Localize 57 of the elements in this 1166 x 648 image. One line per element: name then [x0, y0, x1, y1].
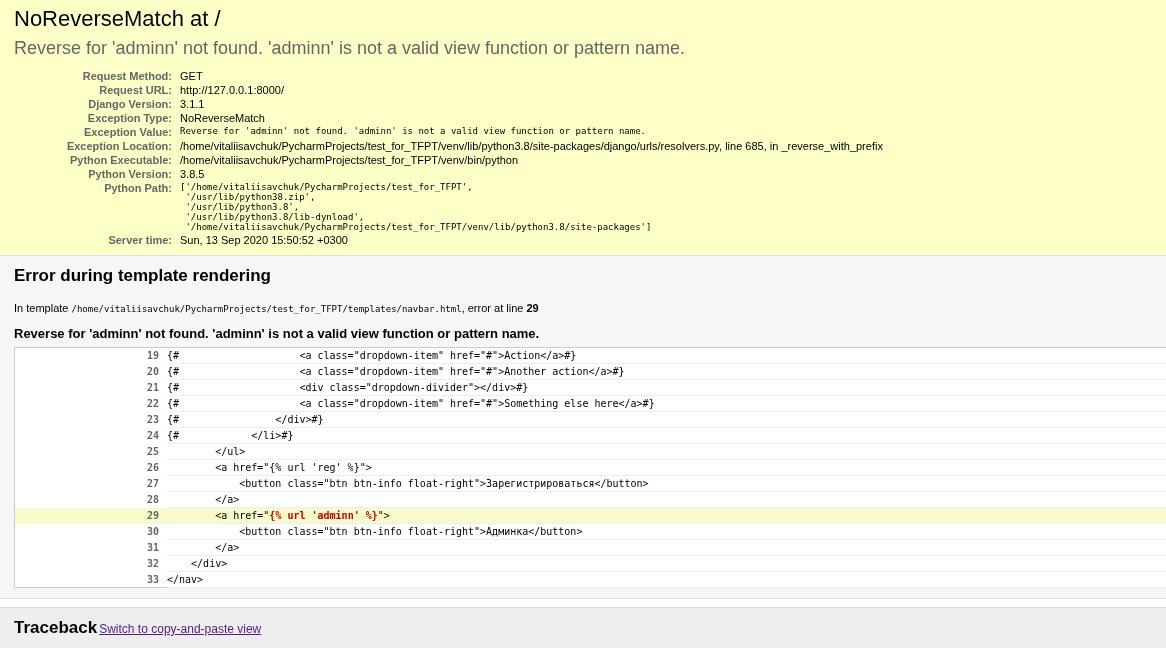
copy-paste-link[interactable]: Switch to copy-and-paste view [99, 622, 262, 636]
meta-value: http://127.0.0.1:8000/ [180, 84, 284, 96]
source-code: {# <a class="dropdown-item" href="#">Something else here</a>#} [167, 398, 655, 409]
line-number: 23 [146, 414, 159, 425]
page-title: NoReverseMatch at / [14, 6, 222, 32]
meta-label: Exception Type: [87, 112, 172, 124]
meta-value: Sun, 13 Sep 2020 15:50:52 +0300 [180, 234, 348, 246]
line-number: 30 [146, 526, 159, 537]
source-code: </nav> [167, 574, 204, 585]
line-number: 21 [146, 382, 159, 393]
line-number: 19 [146, 350, 159, 362]
line-number: 25 [146, 446, 159, 457]
source-code: </a> [214, 494, 240, 505]
template-info: In template /home/vitaliisavchuk/PycharmProjects/test_for_TFPT/templates/navbar.html, error at line 29 [14, 302, 540, 314]
meta-label: Python Version: [88, 168, 172, 180]
source-code: </ul> [214, 446, 246, 457]
meta-value: Reverse for 'adminn' not found. 'adminn' is not a valid view function or pattern name. [180, 126, 647, 136]
line-number: 32 [146, 558, 159, 569]
source-code: </a> [214, 542, 240, 553]
source-code: <button class="btn btn-info float-right">Админка</button> [238, 526, 583, 537]
source-code: </div> [190, 558, 228, 569]
meta-value: 3.1.1 [180, 98, 205, 110]
source-code: <a href="{% url 'adminn' %}"> [214, 510, 390, 521]
line-number: 33 [146, 573, 159, 585]
meta-value: /home/vitaliisavchuk/PycharmProjects/test_for_TFPT/venv/bin/python [180, 154, 519, 166]
error-message: Reverse for 'adminn' not found. 'adminn' is not a valid view function or pattern name. [14, 326, 541, 341]
source-code: {# <a class="dropdown-item" href="#">Another action</a>#} [167, 366, 625, 377]
meta-label: Django Version: [88, 98, 172, 110]
line-number: 26 [146, 462, 159, 473]
source-code: {# </li>#} [167, 430, 294, 441]
section-title: Traceback [14, 618, 98, 637]
exception-message: Reverse for 'adminn' not found. 'adminn' is not a valid view function or pattern name. [14, 38, 687, 59]
source-code: {# <a class="dropdown-item" href="#">Action</a>#} [167, 350, 577, 361]
meta-value: GET [180, 70, 203, 82]
meta-value: ['/home/vitaliisavchuk/PycharmProjects/test_for_TFPT', '/usr/lib/python38.zip', '/usr/lib/python3.8', '/usr/lib/python3.8/lib-dynload', '/home/vitaliisavchuk/PycharmProjects/test_for_TFPT/venv/lib/python3.8/site-packages'] [180, 182, 653, 232]
meta-label: Exception Value: [83, 126, 172, 138]
meta-value: NoReverseMatch [180, 112, 265, 124]
meta-value: /home/vitaliisavchuk/PycharmProjects/test_for_TFPT/venv/lib/python3.8/site-packages/django/urls/resolvers.py, line 685, in _reverse_with_prefix [180, 140, 883, 152]
line-number: 28 [146, 494, 159, 505]
line-number: 22 [146, 398, 159, 409]
source-code: <button class="btn btn-info float-right">Зарегистрироваться</button> [238, 478, 649, 489]
meta-label: Python Executable: [69, 154, 172, 166]
line-number: 20 [146, 366, 159, 377]
section-title: Error during template rendering [14, 266, 272, 286]
line-number: 24 [146, 430, 159, 441]
source-code: <a href="{% url 'reg' %}"> [214, 462, 372, 473]
meta-label: Exception Location: [66, 140, 172, 152]
meta-label: Server time: [108, 234, 172, 246]
meta-label: Request Method: [82, 70, 172, 82]
line-number: 29 [146, 510, 159, 521]
meta-label: Request URL: [99, 84, 172, 96]
source-code: {# </div>#} [167, 414, 324, 425]
line-number: 27 [146, 478, 159, 489]
source-code: {# <div class="dropdown-divider"></div>#} [167, 382, 529, 393]
line-number: 31 [146, 542, 159, 553]
meta-label: Python Path: [104, 182, 172, 194]
meta-value: 3.8.5 [180, 168, 205, 180]
